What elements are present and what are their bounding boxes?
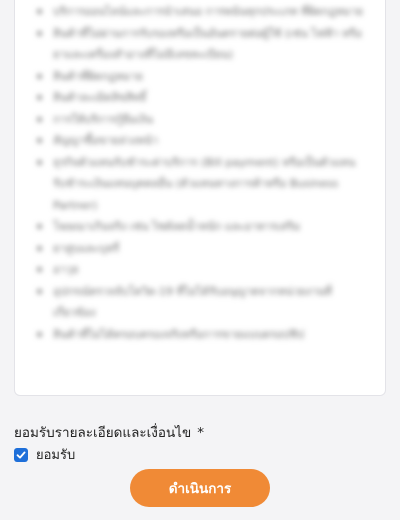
terms-item: สินค้าที่ผิดกฎหมาย [37, 66, 365, 88]
terms-item: อุปกรณ์ตรวจจับโควิด-19 ที่ไม่ได้รับอนุญา… [37, 281, 365, 324]
terms-item: สัญญาซื้อขายล่วงหน้า [37, 130, 365, 152]
check-icon [16, 451, 26, 458]
terms-item: สินค้าที่ไม่ผ่านการรับรองหรือเป็นอันตราย… [37, 23, 365, 66]
terms-list: บริการออนไลน์และการนำเสนอ การพนันทุกประเ… [15, 0, 385, 345]
consent-heading: ยอมรับรายละเอียดและเงื่อนไข * [14, 421, 204, 443]
terms-item: การให้บริการกู้ยืมเงิน [37, 109, 365, 131]
terms-panel[interactable]: บริการออนไลน์และการนำเสนอ การพนันทุกประเ… [14, 0, 386, 396]
terms-item: บริการออนไลน์และการนำเสนอ การพนันทุกประเ… [37, 1, 365, 23]
terms-item: โฆษณาเกินจริง เช่น ไซต์ลดน้ำหนัก และอาหา… [37, 216, 365, 238]
terms-item: สินค้าละเมิดลิขสิทธิ์ [37, 87, 365, 109]
proceed-button[interactable]: ดำเนินการ [130, 469, 270, 507]
accept-checkbox-label[interactable]: ยอมรับ [36, 444, 75, 465]
terms-item: อาวุธ [37, 259, 365, 281]
terms-item: สินค้าที่ไม่ได้ครอบครองจริงหรือการขายแบบ… [37, 324, 365, 346]
terms-item: ธุรกิจตัวแทนรับชำระค่าบริการ (Bill payme… [37, 152, 365, 217]
accept-checkbox[interactable] [14, 447, 28, 462]
terms-item: ยาสูบและบุหรี่ [37, 238, 365, 260]
required-asterisk: * [197, 425, 204, 441]
consent-heading-text: ยอมรับรายละเอียดและเงื่อนไข [14, 425, 192, 441]
accept-checkbox-row[interactable]: ยอมรับ [14, 444, 75, 465]
